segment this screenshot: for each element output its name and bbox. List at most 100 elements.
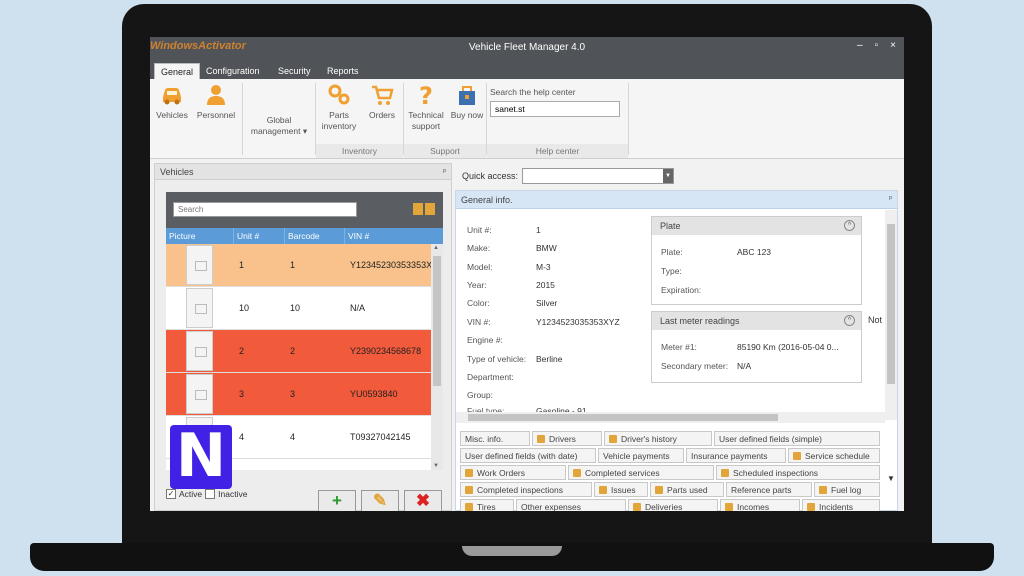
barcode-cell: 3 <box>290 389 296 399</box>
personnel-button[interactable]: Personnel <box>194 83 238 121</box>
drivers-icon <box>537 435 545 443</box>
collapse-icon[interactable]: ^ <box>844 220 855 231</box>
grid-scrollbar[interactable]: ▲ ▼ <box>431 244 443 470</box>
plate-value: ABC 123 <box>737 247 772 257</box>
table-row[interactable]: 3 3 YU0593840 <box>166 373 431 416</box>
picture-cell <box>166 287 234 329</box>
tab-configuration[interactable]: Configuration <box>200 63 266 79</box>
info-vertical-scrollbar[interactable] <box>885 210 897 420</box>
ribbon-separator <box>628 83 629 155</box>
work-order-icon <box>465 469 473 477</box>
column-barcode[interactable]: Barcode <box>285 228 345 244</box>
dropdown-arrow-icon[interactable]: ▼ <box>663 169 673 183</box>
subtab-fuel-log[interactable]: Fuel log <box>814 482 880 497</box>
scroll-down-icon[interactable]: ▼ <box>433 463 439 469</box>
scroll-up-icon[interactable]: ▲ <box>433 245 439 251</box>
column-unit[interactable]: Unit # <box>234 228 285 244</box>
scrollbar-thumb[interactable] <box>887 224 895 384</box>
notes-label: Not <box>868 315 883 325</box>
subtab-work-orders[interactable]: Work Orders <box>460 465 566 480</box>
subtabs-dropdown-icon[interactable]: ▼ <box>887 474 895 483</box>
subtab-incidents[interactable]: Incidents <box>802 499 880 511</box>
subtab-scheduled-inspections[interactable]: Scheduled inspections <box>716 465 880 480</box>
ribbon: Vehicles Personnel Global management ▾ P… <box>150 79 904 159</box>
subtab-insurance-payments[interactable]: Insurance payments <box>686 448 786 463</box>
schedule-icon <box>793 452 801 460</box>
picture-cell <box>166 244 234 286</box>
minimize-button[interactable]: – <box>857 40 863 51</box>
picture-cell <box>166 330 234 372</box>
scrollbar-thumb[interactable] <box>468 414 778 421</box>
meter-card: Last meter readings ^ Meter #1: 85190 Km… <box>651 311 862 383</box>
table-row[interactable]: 10 10 N/A <box>166 287 431 330</box>
grid-header: Picture Unit # Barcode VIN # <box>166 228 431 244</box>
orders-button[interactable]: Orders <box>362 83 402 121</box>
table-row[interactable]: 1 1 Y12345230353353XYZ <box>166 244 431 287</box>
header-spacer <box>431 228 443 244</box>
info-horizontal-scrollbar[interactable] <box>456 412 885 423</box>
help-center-label: Search the help center <box>490 87 576 97</box>
app-window: WindowsActivator Vehicle Fleet Manager 4… <box>150 37 904 511</box>
quick-access-select[interactable]: ▼ <box>522 168 674 184</box>
car-icon <box>163 88 181 105</box>
subtab-drivers-history[interactable]: Driver's history <box>604 431 712 446</box>
subtab-deliveries[interactable]: Deliveries <box>628 499 718 511</box>
vin-cell: T09327042145 <box>350 432 411 442</box>
meter1-label: Meter #1: <box>661 342 697 352</box>
vin-cell: Y12345230353353XYZ <box>350 260 431 270</box>
field-value-unit: 1 <box>536 225 541 235</box>
field-value-vin: Y1234523035353XYZ <box>536 317 620 327</box>
subtab-incomes[interactable]: Incomes <box>720 499 800 511</box>
table-row[interactable]: 2 2 Y2390234568678 <box>166 330 431 373</box>
subtab-reference-parts[interactable]: Reference parts <box>726 482 812 497</box>
barcode-cell: 1 <box>290 260 296 270</box>
scrollbar-thumb[interactable] <box>433 256 441 386</box>
parts-inventory-button[interactable]: Parts inventory <box>318 83 360 132</box>
technical-support-button[interactable]: ? Technical support <box>405 83 447 132</box>
column-picture[interactable]: Picture <box>166 228 234 244</box>
field-value-color: Silver <box>536 298 558 308</box>
subtab-user-fields-simple[interactable]: User defined fields (simple) <box>714 431 880 446</box>
subtab-completed-inspections[interactable]: Completed inspections <box>460 482 592 497</box>
field-value-model: M-3 <box>536 262 551 272</box>
quick-access-label: Quick access: <box>462 171 519 181</box>
tab-security[interactable]: Security <box>272 63 317 79</box>
tab-reports[interactable]: Reports <box>321 63 365 79</box>
pin-icon[interactable]: ᵖ <box>889 194 892 203</box>
subtab-other-expenses[interactable]: Other expenses <box>516 499 626 511</box>
subtab-drivers[interactable]: Drivers <box>532 431 602 446</box>
meter-card-header: Last meter readings ^ <box>652 312 861 330</box>
subtab-issues[interactable]: Issues <box>594 482 648 497</box>
add-vehicle-button[interactable]: + <box>318 490 356 511</box>
barcode-cell: 4 <box>290 432 296 442</box>
subtab-completed-services[interactable]: Completed services <box>568 465 714 480</box>
help-search-input[interactable] <box>490 101 620 117</box>
active-checkbox[interactable]: ✓ <box>166 489 176 499</box>
subtab-vehicle-payments[interactable]: Vehicle payments <box>598 448 684 463</box>
grid-view-toggle[interactable] <box>413 203 435 215</box>
close-button[interactable]: × <box>890 40 896 51</box>
unit-cell: 2 <box>239 346 245 356</box>
subtab-user-fields-date[interactable]: User defined fields (with date) <box>460 448 596 463</box>
subtab-misc-info[interactable]: Misc. info. <box>460 431 530 446</box>
tab-general[interactable]: General <box>154 63 201 79</box>
global-management-button[interactable]: Global management ▾ <box>244 115 314 137</box>
maximize-button[interactable]: ▫ <box>875 40 879 51</box>
image-placeholder-icon <box>186 331 213 371</box>
delete-vehicle-button[interactable]: ✖ <box>404 490 442 511</box>
field-label-department: Department: <box>467 372 514 382</box>
buy-now-button[interactable]: Buy now <box>450 83 484 121</box>
subtab-service-schedule[interactable]: Service schedule <box>788 448 880 463</box>
group-label-help-center: Help center <box>487 144 628 158</box>
subtab-parts-used[interactable]: Parts used <box>650 482 724 497</box>
pin-icon[interactable]: ᵖ <box>443 167 446 176</box>
tire-icon <box>465 503 473 511</box>
column-vin[interactable]: VIN # <box>345 228 431 244</box>
general-info-header: General info. ᵖ <box>456 191 897 209</box>
collapse-icon[interactable]: ^ <box>844 315 855 326</box>
subtab-tires[interactable]: Tires <box>460 499 514 511</box>
vehicles-button[interactable]: Vehicles <box>153 83 191 121</box>
vehicle-search-input[interactable] <box>173 202 357 217</box>
edit-vehicle-button[interactable]: ✎ <box>361 490 399 511</box>
unit-cell: 1 <box>239 260 245 270</box>
